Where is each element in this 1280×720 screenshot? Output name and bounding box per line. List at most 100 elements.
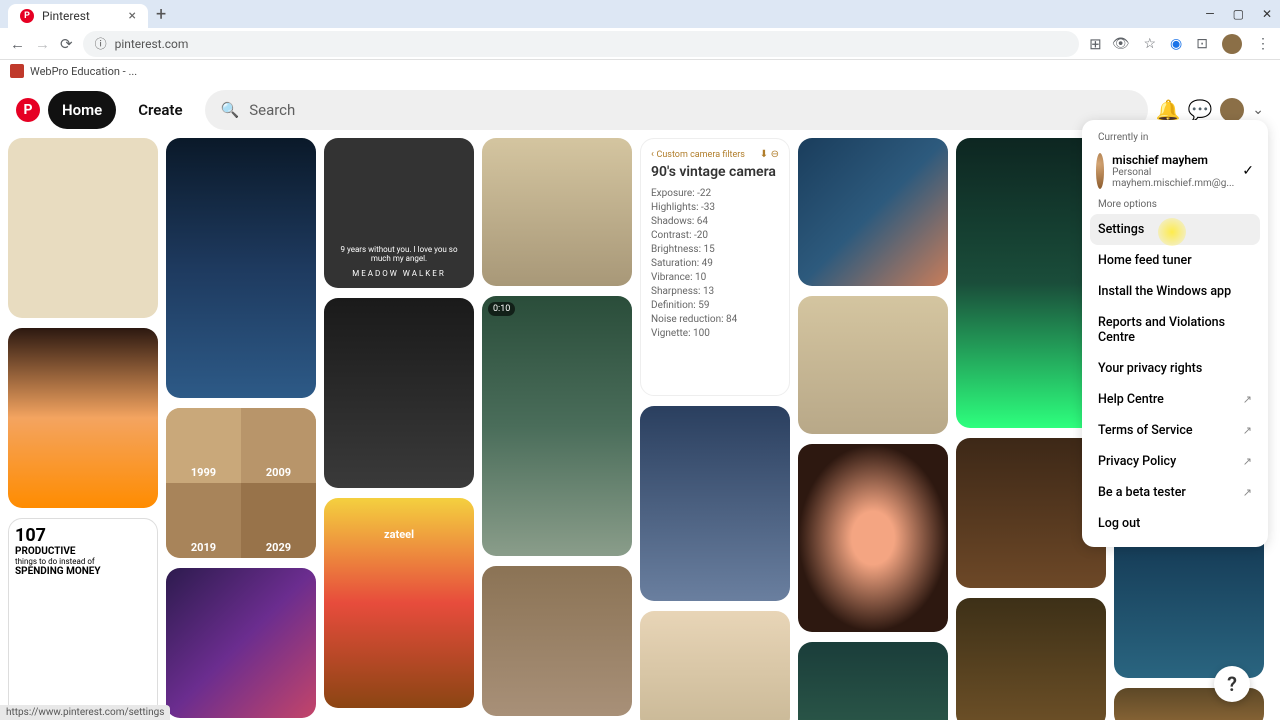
close-tab-icon[interactable]: × — [129, 8, 136, 24]
browser-tab[interactable]: P Pinterest × — [8, 4, 148, 28]
maximize-icon[interactable]: ▢ — [1233, 7, 1244, 21]
pin[interactable]: 0:10 — [482, 296, 632, 556]
external-link-icon: ↗ — [1243, 455, 1252, 468]
camera-setting: Contrast: -20 — [651, 230, 779, 241]
menu-item-terms[interactable]: Terms of Service↗ — [1090, 415, 1260, 446]
menu-item-privacy-rights[interactable]: Your privacy rights — [1090, 353, 1260, 384]
dropdown-section-label: Currently in — [1090, 128, 1260, 147]
pin-title: 90's vintage camera — [651, 164, 779, 180]
status-bar-url: https://www.pinterest.com/settings — [0, 705, 170, 720]
bookmark-bar: WebPro Education - ... — [0, 60, 1280, 82]
dropdown-section-label: More options — [1090, 195, 1260, 214]
menu-item-logout[interactable]: Log out — [1090, 508, 1260, 539]
extensions-puzzle-icon[interactable]: ⊡ — [1196, 36, 1208, 52]
pin-link: Custom camera filters — [656, 150, 744, 160]
checkmark-icon: ✓ — [1242, 163, 1254, 179]
pin-text: 1999 — [166, 408, 241, 483]
pin[interactable] — [8, 328, 158, 508]
camera-setting: Brightness: 15 — [651, 244, 779, 255]
pin[interactable] — [798, 138, 948, 286]
account-dropdown: Currently in mischief mayhem Personal ma… — [1082, 120, 1268, 547]
external-link-icon: ↗ — [1243, 393, 1252, 406]
browser-menu-icon[interactable]: ⋮ — [1256, 36, 1270, 52]
external-link-icon: ↗ — [1243, 424, 1252, 437]
pin[interactable] — [798, 296, 948, 434]
camera-setting: Vibrance: 10 — [651, 272, 779, 283]
account-item[interactable]: mischief mayhem Personal mayhem.mischief… — [1090, 147, 1260, 195]
pin[interactable]: 107 PRODUCTIVE things to do instead of S… — [8, 518, 158, 718]
search-placeholder: Search — [249, 101, 295, 119]
pin[interactable] — [166, 568, 316, 718]
account-email: mayhem.mischief.mm@g... — [1112, 178, 1234, 189]
pin-text: 2019 — [166, 483, 241, 558]
site-info-icon[interactable]: ⓘ — [95, 35, 107, 52]
search-icon: 🔍 — [221, 101, 240, 119]
chevron-down-icon[interactable]: ⌄ — [1252, 102, 1264, 118]
tab-title: Pinterest — [42, 9, 90, 23]
camera-setting: Highlights: -33 — [651, 202, 779, 213]
menu-item-install-app[interactable]: Install the Windows app — [1090, 276, 1260, 307]
pin-text: 107 — [15, 525, 151, 546]
notifications-icon[interactable]: 🔔 — [1156, 98, 1180, 122]
menu-item-help-centre[interactable]: Help Centre↗ — [1090, 384, 1260, 415]
bookmark-star-icon[interactable]: ☆ — [1143, 36, 1156, 52]
minimize-icon[interactable]: — — [1205, 7, 1214, 21]
pin[interactable] — [640, 406, 790, 601]
pin[interactable] — [798, 642, 948, 720]
pin-text: 2029 — [241, 483, 316, 558]
new-tab-button[interactable]: + — [156, 4, 166, 25]
pin[interactable] — [324, 298, 474, 488]
search-input[interactable]: 🔍 Search — [205, 90, 1149, 130]
menu-item-reports[interactable]: Reports and Violations Centre — [1090, 307, 1260, 353]
browser-tab-bar: P Pinterest × + — ▢ ✕ — [0, 0, 1280, 28]
camera-setting: Shadows: 64 — [651, 216, 779, 227]
pin[interactable] — [956, 598, 1106, 720]
pin-text: SPENDING MONEY — [15, 566, 151, 577]
bookmark-favicon — [10, 64, 24, 78]
messages-icon[interactable]: 💬 — [1188, 98, 1212, 122]
account-name: mischief mayhem — [1112, 153, 1234, 167]
profile-avatar[interactable] — [1222, 34, 1242, 54]
window-controls: — ▢ ✕ — [1205, 7, 1272, 21]
menu-item-settings[interactable]: Settings — [1090, 214, 1260, 245]
extension-icon[interactable]: ◉ — [1170, 36, 1182, 52]
pin-text: PRODUCTIVE — [15, 546, 151, 557]
forward-icon[interactable]: → — [35, 35, 50, 53]
pinterest-logo-icon[interactable]: P — [16, 98, 40, 122]
pin[interactable] — [8, 138, 158, 318]
pin[interactable] — [166, 138, 316, 398]
pin-camera-settings[interactable]: ‹ Custom camera filters ⬇ ⊖ 90's vintage… — [640, 138, 790, 396]
reload-icon[interactable]: ⟳ — [60, 35, 73, 53]
back-icon[interactable]: ← — [10, 35, 25, 53]
install-app-icon[interactable]: ⊞ — [1089, 35, 1102, 53]
menu-item-privacy-policy[interactable]: Privacy Policy↗ — [1090, 446, 1260, 477]
url-text: pinterest.com — [115, 37, 189, 51]
pin-text: things to do instead of — [15, 557, 151, 566]
close-window-icon[interactable]: ✕ — [1262, 7, 1272, 21]
pin[interactable] — [640, 611, 790, 720]
bookmark-item[interactable]: WebPro Education - ... — [30, 65, 137, 78]
url-input[interactable]: ⓘ pinterest.com — [83, 31, 1080, 57]
video-duration-badge: 0:10 — [488, 302, 515, 316]
pin[interactable] — [482, 566, 632, 716]
extension-icon[interactable]: 👁 — [1112, 36, 1130, 52]
account-type: Personal — [1112, 167, 1234, 178]
pin[interactable] — [798, 444, 948, 632]
pin[interactable]: 9 years without you. I love you so much … — [324, 138, 474, 288]
pin-text: 9 years without you. I love you so much … — [334, 245, 464, 263]
create-button[interactable]: Create — [124, 91, 196, 129]
pin-text: MEADOW WALKER — [334, 269, 464, 278]
pin-text: 2009 — [241, 408, 316, 483]
home-button[interactable]: Home — [48, 91, 116, 129]
user-avatar[interactable] — [1220, 98, 1244, 122]
address-bar: ← → ⟳ ⓘ pinterest.com ⊞ 👁 ☆ ◉ ⊡ ⋮ — [0, 28, 1280, 60]
camera-setting: Exposure: -22 — [651, 188, 779, 199]
pin[interactable]: zateel — [324, 498, 474, 708]
pin[interactable] — [482, 138, 632, 286]
camera-setting: Noise reduction: 84 — [651, 314, 779, 325]
help-button[interactable]: ? — [1214, 666, 1250, 702]
pinterest-favicon: P — [20, 9, 34, 23]
menu-item-home-feed-tuner[interactable]: Home feed tuner — [1090, 245, 1260, 276]
menu-item-beta-tester[interactable]: Be a beta tester↗ — [1090, 477, 1260, 508]
pin[interactable]: 1999 2009 2019 2029 — [166, 408, 316, 558]
